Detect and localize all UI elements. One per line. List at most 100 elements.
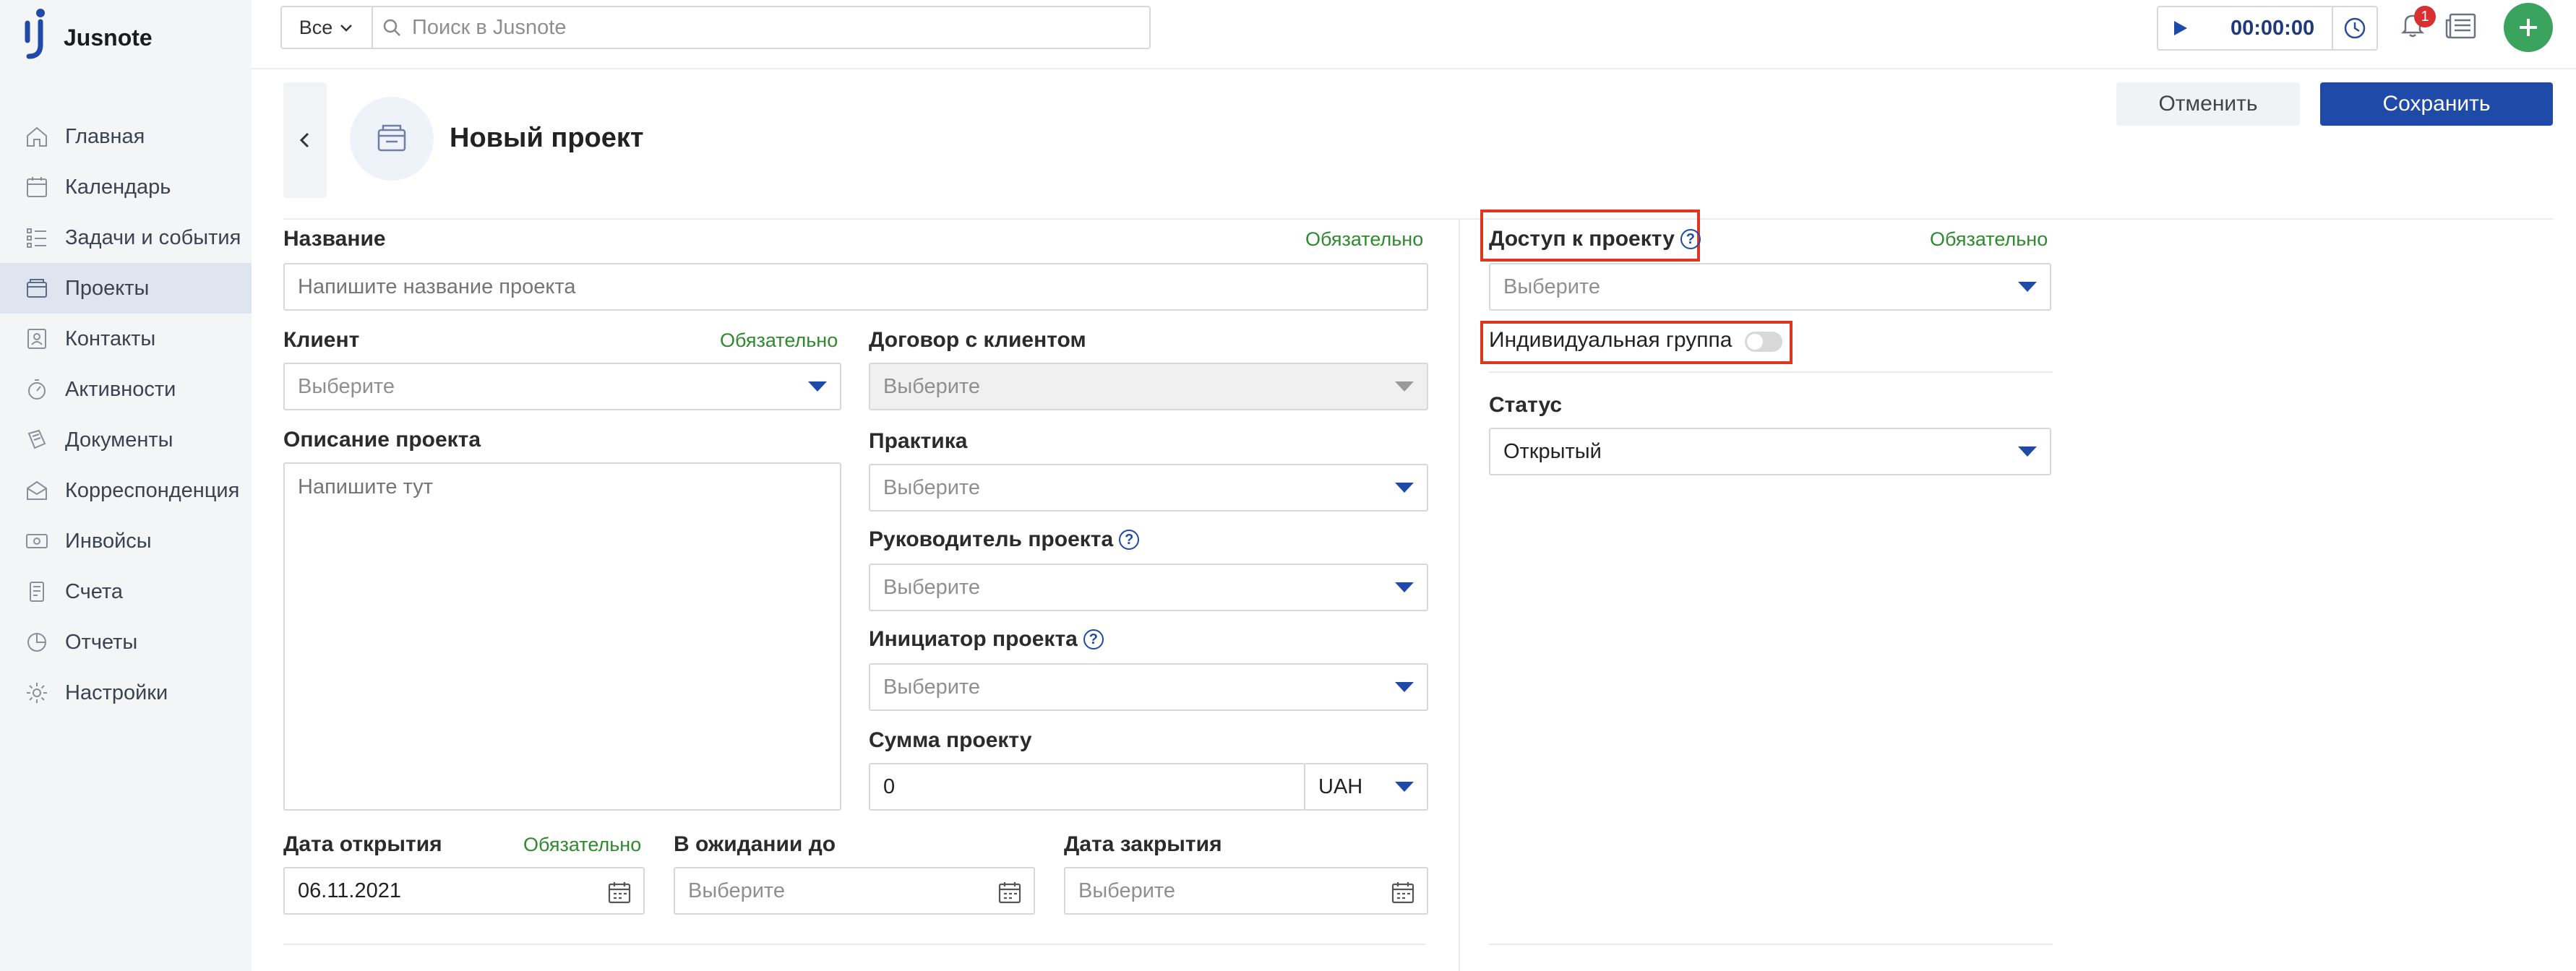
access-select[interactable]: Выберите (1489, 263, 2051, 311)
initiator-select-value: Выберите (883, 675, 981, 699)
notifications-button[interactable]: 1 (2398, 6, 2436, 46)
search-input[interactable] (412, 15, 1062, 40)
manager-select-value: Выберите (883, 575, 981, 599)
sidebar-item-tasks[interactable]: Задачи и события (0, 212, 252, 263)
close-date-value: Выберите (1078, 879, 1176, 902)
open-date-value: 06.11.2021 (298, 879, 401, 902)
save-button[interactable]: Сохранить (2320, 82, 2553, 126)
sidebar-item-bills[interactable]: Счета (0, 566, 252, 617)
search-scope-label: Все (299, 16, 333, 38)
sidebar-item-mail[interactable]: Корреспонденция (0, 465, 252, 516)
manager-label-text: Руководитель проекта (869, 527, 1114, 551)
amount-input[interactable]: 0 (869, 763, 1305, 811)
sidebar-item-activity[interactable]: Активности (0, 364, 252, 415)
projects-icon (23, 275, 51, 302)
timer-value: 00:00:00 (2231, 16, 2315, 40)
help-icon[interactable]: ? (1680, 229, 1701, 249)
sidebar-item-label: Календарь (65, 175, 171, 199)
contract-label: Договор с клиентом (869, 328, 1086, 352)
help-icon[interactable]: ? (1083, 629, 1104, 650)
chevron-down-icon (2018, 282, 2037, 292)
reports-icon (23, 629, 51, 656)
plus-icon (2520, 19, 2537, 36)
close-date-label: Дата закрытия (1064, 832, 1222, 856)
close-date-input[interactable]: Выберите (1064, 867, 1428, 915)
sidebar-item-label: Счета (65, 579, 123, 603)
description-textarea[interactable] (283, 462, 841, 811)
sidebar-item-settings[interactable]: Настройки (0, 668, 252, 718)
open-date-input[interactable]: 06.11.2021 (283, 867, 645, 915)
access-label-text: Доступ к проекту (1489, 227, 1675, 251)
client-select-value: Выберите (298, 374, 395, 398)
logo-icon (19, 7, 51, 62)
pending-until-value: Выберите (688, 879, 786, 902)
add-button[interactable] (2504, 3, 2553, 52)
play-icon (2174, 21, 2187, 35)
calendar-icon[interactable] (607, 880, 632, 905)
divider (283, 218, 2553, 220)
currency-select[interactable]: UAH (1304, 763, 1428, 811)
history-icon (2344, 17, 2366, 39)
status-select[interactable]: Открытый (1489, 428, 2051, 475)
chevron-down-icon (1395, 483, 1414, 493)
initiator-select[interactable]: Выберите (869, 663, 1428, 711)
help-icon[interactable]: ? (1119, 530, 1140, 550)
sidebar: Jusnote Главная Календарь Задачи и событ… (0, 0, 252, 971)
pending-until-input[interactable]: Выберите (674, 867, 1035, 915)
chevron-down-icon (340, 25, 353, 32)
calendar-icon[interactable] (997, 880, 1022, 905)
required-indicator: Обязательно (523, 834, 642, 855)
search-icon (383, 19, 400, 36)
sidebar-item-label: Главная (65, 124, 145, 148)
search-scope-dropdown[interactable]: Все (282, 7, 373, 48)
required-indicator: Обязательно (720, 329, 838, 351)
contacts-icon (23, 325, 51, 353)
access-label: Доступ к проекту ? (1489, 227, 1701, 251)
logo[interactable]: Jusnote (19, 7, 153, 62)
page-title: Новый проект (450, 123, 644, 153)
individual-group-label: Индивидуальная группа (1489, 328, 1733, 352)
client-select[interactable]: Выберите (283, 363, 841, 410)
chevron-left-icon (299, 132, 309, 148)
sidebar-item-label: Задачи и события (65, 225, 241, 249)
individual-group-toggle[interactable] (1745, 332, 1782, 352)
contract-select: Выберите (869, 363, 1428, 410)
home-icon (23, 123, 51, 150)
calendar-icon[interactable] (1391, 880, 1415, 905)
practice-select[interactable]: Выберите (869, 464, 1428, 512)
sidebar-item-label: Документы (65, 428, 173, 452)
project-icon (350, 97, 434, 181)
play-button[interactable] (2158, 7, 2202, 49)
sidebar-item-contacts[interactable]: Контакты (0, 314, 252, 364)
cancel-button[interactable]: Отменить (2116, 82, 2300, 126)
sidebar-item-projects[interactable]: Проекты (0, 263, 252, 314)
initiator-label: Инициатор проекта ? (869, 627, 1104, 652)
newspaper-icon (2445, 13, 2476, 39)
contract-select-value: Выберите (883, 374, 981, 398)
divider (1489, 371, 2053, 373)
activity-icon (23, 376, 51, 403)
back-button[interactable] (283, 82, 327, 198)
required-indicator: Обязательно (1930, 228, 2048, 250)
pending-until-label: В ожидании до (674, 832, 836, 856)
manager-select[interactable]: Выберите (869, 564, 1428, 611)
news-button[interactable] (2444, 10, 2481, 46)
timer-history-button[interactable] (2332, 7, 2377, 49)
sidebar-item-home[interactable]: Главная (0, 111, 252, 162)
bills-icon (23, 578, 51, 605)
sidebar-item-label: Проекты (65, 276, 150, 300)
search-bar: Все (280, 6, 1151, 49)
divider (1489, 944, 2053, 945)
sidebar-item-documents[interactable]: Документы (0, 415, 252, 465)
project-name-input[interactable] (283, 263, 1428, 311)
sidebar-item-invoices[interactable]: Инвойсы (0, 516, 252, 566)
chevron-down-icon (1395, 582, 1414, 592)
name-label: Название (283, 227, 386, 251)
sidebar-item-calendar[interactable]: Календарь (0, 162, 252, 212)
chevron-down-icon (1395, 682, 1414, 692)
client-label: Клиент (283, 328, 360, 352)
chevron-down-icon (2018, 446, 2037, 457)
divider (1459, 220, 1460, 971)
sidebar-item-reports[interactable]: Отчеты (0, 617, 252, 668)
sidebar-item-label: Отчеты (65, 630, 138, 654)
